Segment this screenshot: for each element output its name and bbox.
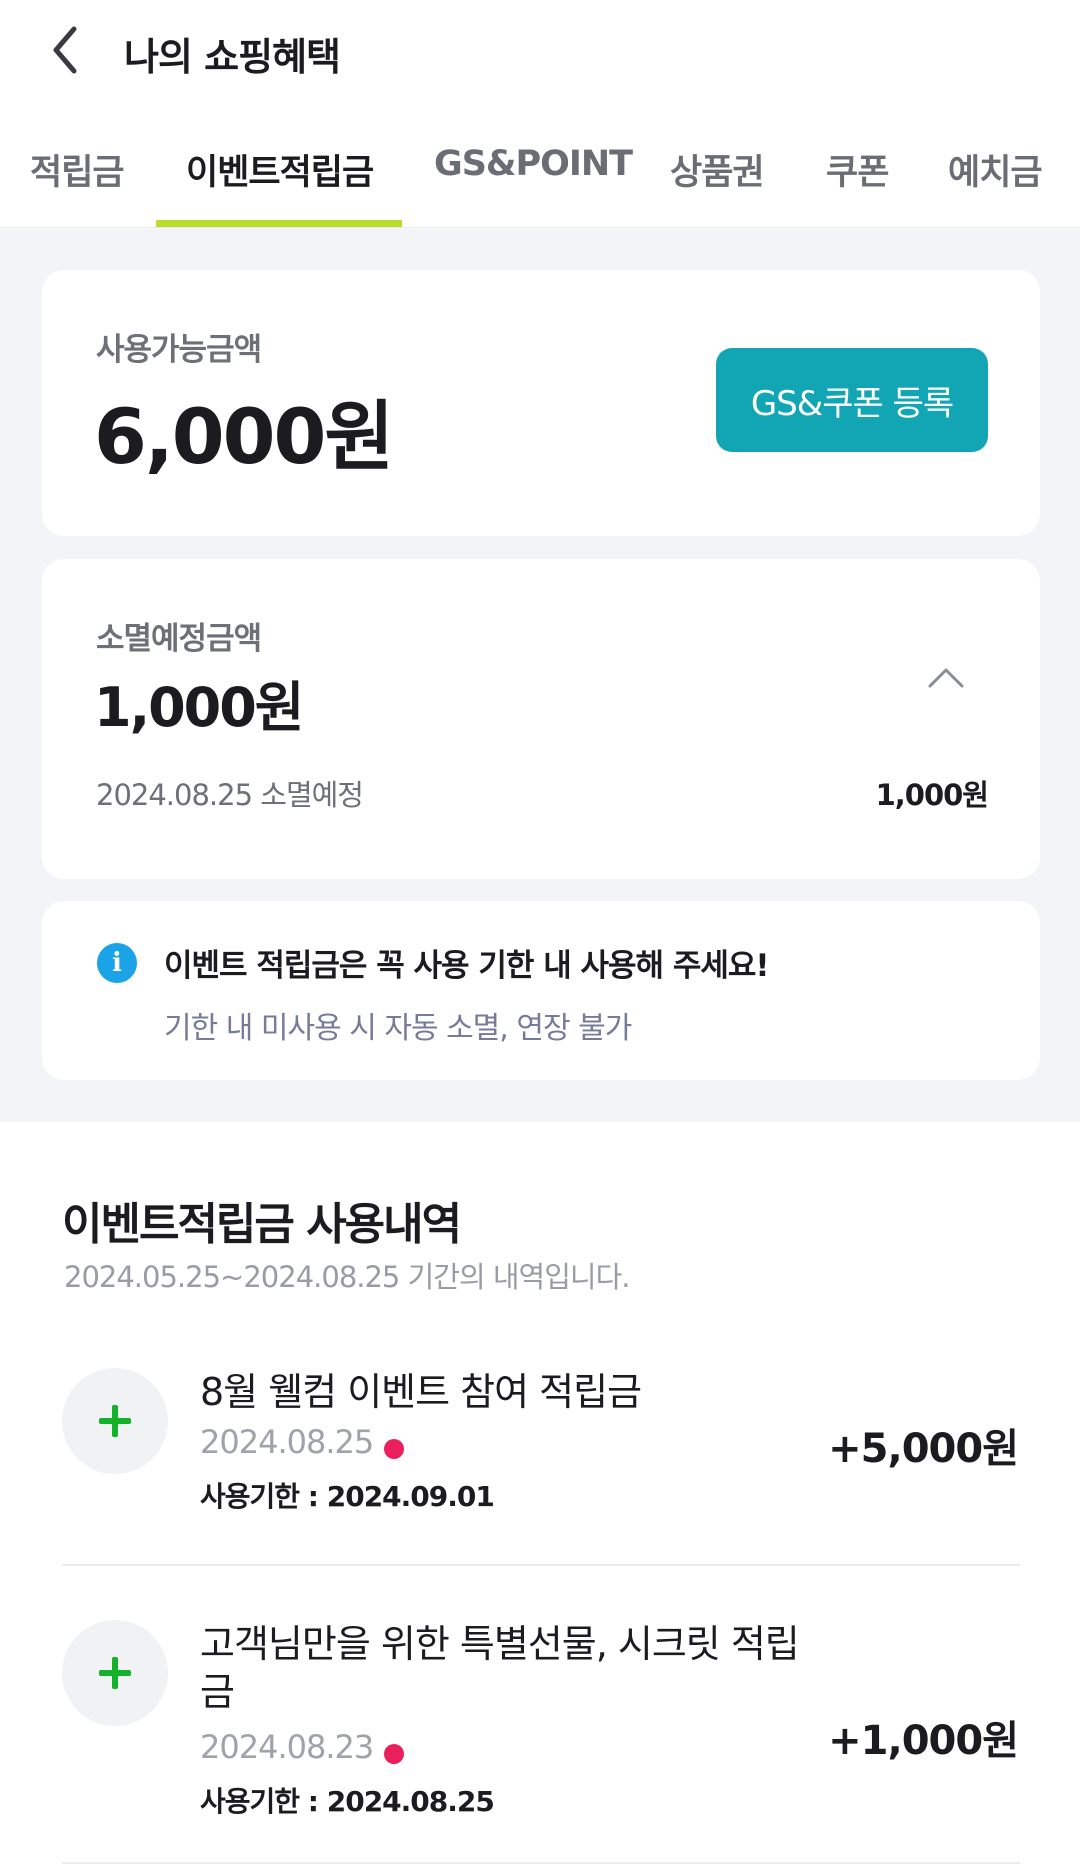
- info-icon: i: [97, 943, 137, 983]
- divider: [62, 1862, 1020, 1864]
- plus-badge: [62, 1620, 168, 1726]
- available-amount-value: 6,000원: [94, 392, 394, 481]
- history-item-date: 2024.08.23: [200, 1728, 374, 1766]
- new-indicator-dot: [384, 1439, 404, 1459]
- collapse-toggle[interactable]: [926, 663, 966, 691]
- new-indicator-dot: [384, 1744, 404, 1764]
- tab-gift-card[interactable]: 상품권: [670, 144, 765, 195]
- history-item-amount: +5,000원: [828, 1426, 1019, 1472]
- back-button[interactable]: [40, 22, 90, 78]
- app-header: 나의 쇼핑혜택: [0, 0, 1080, 100]
- notice-subtitle: 기한 내 미사용 시 자동 소멸, 연장 불가: [164, 1011, 632, 1046]
- tab-bar: 적립금 이벤트적립금 GS&POINT 상품권 쿠폰 예치금: [0, 118, 1080, 228]
- expiring-amount-label: 소멸예정금액: [96, 621, 262, 657]
- notice-title: 이벤트 적립금은 꼭 사용 기한 내 사용해 주세요!: [164, 948, 770, 984]
- history-item-deadline: 사용기한 : 2024.08.25: [200, 1785, 495, 1818]
- notice-card: [42, 901, 1040, 1080]
- plus-icon: [99, 1405, 131, 1437]
- tab-deposit[interactable]: 예치금: [948, 144, 1043, 195]
- history-item-title: 고객님만을 위한 특별선물, 시크릿 적립금: [200, 1622, 800, 1714]
- expiring-amount-value: 1,000원: [94, 676, 304, 739]
- history-item-amount: +1,000원: [828, 1718, 1019, 1764]
- chevron-up-icon: [928, 668, 964, 688]
- available-amount-label: 사용가능금액: [96, 332, 262, 368]
- history-title: 이벤트적립금 사용내역: [62, 1199, 462, 1250]
- history-item-title: 8월 웰컴 이벤트 참여 적립금: [200, 1370, 642, 1414]
- tab-gs-point[interactable]: GS&POINT: [434, 144, 633, 184]
- history-item[interactable]: 고객님만을 위한 특별선물, 시크릿 적립금 2024.08.23 사용기한 :…: [62, 1620, 1020, 1820]
- tab-coupon[interactable]: 쿠폰: [826, 144, 889, 195]
- divider: [62, 1564, 1020, 1566]
- expire-schedule-amount: 1,000원: [875, 778, 989, 812]
- history-item[interactable]: 8월 웰컴 이벤트 참여 적립금 2024.08.25 사용기한 : 2024.…: [62, 1368, 1020, 1558]
- plus-icon: [99, 1657, 131, 1689]
- history-item-deadline: 사용기한 : 2024.09.01: [200, 1480, 495, 1513]
- expire-schedule-date: 2024.08.25 소멸예정: [96, 778, 364, 812]
- tab-event-points[interactable]: 이벤트적립금: [186, 144, 374, 195]
- plus-badge: [62, 1368, 168, 1474]
- chevron-left-icon: [53, 26, 77, 74]
- history-item-date: 2024.08.25: [200, 1423, 374, 1461]
- history-period: 2024.05.25~2024.08.25 기간의 내역입니다.: [64, 1260, 630, 1294]
- register-coupon-button[interactable]: GS&쿠폰 등록: [716, 348, 988, 452]
- active-tab-indicator: [156, 220, 402, 227]
- tab-points[interactable]: 적립금: [30, 144, 125, 195]
- page-title: 나의 쇼핑혜택: [124, 35, 341, 79]
